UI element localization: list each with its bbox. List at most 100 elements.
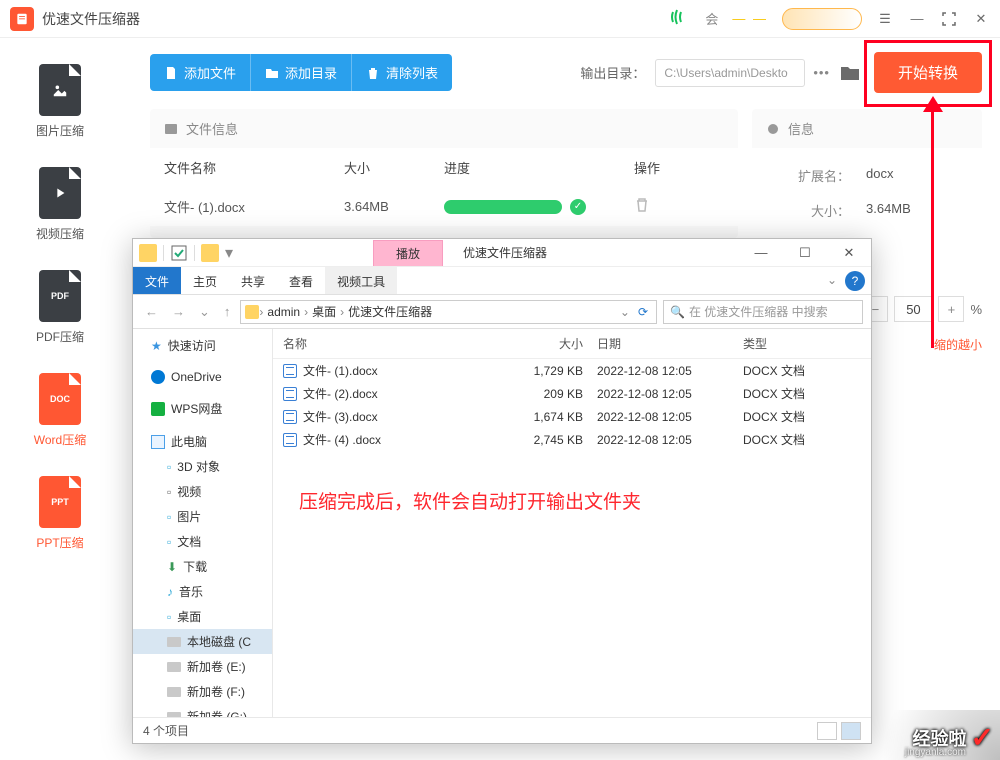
explorer-titlebar: ▾ 播放 优速文件压缩器 — ☐ ✕ xyxy=(133,239,871,267)
docx-icon xyxy=(283,410,297,424)
ex-maximize-icon[interactable]: ☐ xyxy=(783,239,827,267)
node-desktop[interactable]: ▫桌面 xyxy=(133,604,272,629)
add-file-button[interactable]: 添加文件 xyxy=(150,54,251,91)
start-button-wrap: 开始转换 xyxy=(874,52,982,93)
fullscreen-icon[interactable] xyxy=(940,10,958,28)
address-bar[interactable]: › admin › 桌面 › 优速文件压缩器 ⌄ ⟳ xyxy=(240,300,657,324)
sidebar-item-image[interactable]: 图片压缩 xyxy=(0,54,120,157)
tab-view[interactable]: 查看 xyxy=(277,267,325,294)
dash-icon: — — xyxy=(732,11,768,26)
nav-forward-icon[interactable]: → xyxy=(168,304,189,319)
info-panel-head: 信息 xyxy=(752,109,982,148)
sidebar-item-pdf[interactable]: PDF PDF压缩 xyxy=(0,260,120,363)
clear-list-button[interactable]: 清除列表 xyxy=(352,54,452,91)
ex-close-icon[interactable]: ✕ xyxy=(827,239,871,267)
increase-button[interactable]: + xyxy=(938,296,964,322)
refresh-icon[interactable]: ⟳ xyxy=(634,305,652,319)
menu-icon[interactable]: ☰ xyxy=(876,10,894,28)
node-onedrive[interactable]: OneDrive xyxy=(133,366,272,388)
table-row[interactable]: 文件- (1).docx 3.64MB ✓ xyxy=(150,187,738,226)
col-size: 大小 xyxy=(344,158,444,177)
explorer-statusbar: 4 个项目 xyxy=(133,717,871,743)
vip-pill[interactable] xyxy=(782,8,862,30)
quickaccess-dropdown[interactable]: ▾ xyxy=(225,243,233,263)
explorer-columns: 名称 大小 日期 类型 xyxy=(273,329,871,359)
node-disk-f[interactable]: 新加卷 (F:) xyxy=(133,679,272,704)
ex-minimize-icon[interactable]: — xyxy=(739,239,783,267)
sidebar: 图片压缩 视频压缩 PDF PDF压缩 DOC Word压缩 PPT PPT压缩 xyxy=(0,38,120,760)
tab-file[interactable]: 文件 xyxy=(133,267,181,294)
cell-name: 文件- (1).docx xyxy=(164,197,344,216)
browse-folder-button[interactable] xyxy=(838,61,862,85)
view-details-icon[interactable] xyxy=(817,722,837,740)
percent-value[interactable]: 50 xyxy=(894,296,932,322)
node-localdisk-c[interactable]: 本地磁盘 (C xyxy=(133,629,272,654)
cell-size: 3.64MB xyxy=(344,199,444,214)
tab-video-tools[interactable]: 视频工具 xyxy=(325,267,397,294)
info-row-ext: 扩展名： docx xyxy=(752,158,982,193)
percent-stepper: − 50 + % xyxy=(862,296,982,322)
list-item[interactable]: 文件- (1).docx1,729 KB2022-12-08 12:05DOCX… xyxy=(273,359,871,382)
nav-up-icon[interactable]: ↑ xyxy=(220,304,235,319)
nav-back-icon[interactable]: ← xyxy=(141,304,162,319)
sidebar-item-ppt[interactable]: PPT PPT压缩 xyxy=(0,466,120,569)
docx-icon xyxy=(283,364,297,378)
search-input[interactable]: 🔍 在 优速文件压缩器 中搜索 xyxy=(663,300,863,324)
ex-col-size[interactable]: 大小 xyxy=(503,335,583,352)
minimize-icon[interactable]: — xyxy=(908,10,926,28)
titlebar: 优速文件压缩器 会 — — ☰ — ✕ xyxy=(0,0,1000,38)
info-panel: 信息 扩展名： docx 大小： 3.64MB xyxy=(752,109,982,238)
cell-progress: ✓ xyxy=(444,199,634,215)
list-item[interactable]: 文件- (2).docx209 KB2022-12-08 12:05DOCX 文… xyxy=(273,382,871,405)
sidebar-item-word[interactable]: DOC Word压缩 xyxy=(0,363,120,466)
start-convert-button[interactable]: 开始转换 xyxy=(874,52,982,93)
list-item[interactable]: 文件- (3).docx1,674 KB2022-12-08 12:05DOCX… xyxy=(273,405,871,428)
ex-col-type[interactable]: 类型 xyxy=(743,335,843,352)
node-wps[interactable]: WPS网盘 xyxy=(133,396,272,421)
file-icon xyxy=(164,66,178,80)
tab-home[interactable]: 主页 xyxy=(181,267,229,294)
more-dots-icon[interactable]: ••• xyxy=(813,65,830,80)
ribbon-collapse-icon[interactable]: ⌄ xyxy=(819,267,845,294)
close-icon[interactable]: ✕ xyxy=(972,10,990,28)
node-thispc[interactable]: 此电脑 xyxy=(133,429,272,454)
explorer-nav: ← → ⌄ ↑ › admin › 桌面 › 优速文件压缩器 ⌄ ⟳ 🔍 在 优… xyxy=(133,295,871,329)
ex-col-date[interactable]: 日期 xyxy=(583,335,743,352)
button-group: 添加文件 添加目录 清除列表 xyxy=(150,54,452,91)
path-dropdown-icon[interactable]: ⌄ xyxy=(616,305,634,319)
progress-bar xyxy=(444,200,562,214)
output-path-field[interactable]: C:\Users\admin\Deskto xyxy=(655,59,805,87)
folder-small-icon xyxy=(139,244,157,262)
sidebar-item-video[interactable]: 视频压缩 xyxy=(0,157,120,260)
watermark-sub: jingyanla.com xyxy=(905,747,966,758)
annotation-arrow-line xyxy=(931,104,934,348)
small-note: 缩的越小 xyxy=(934,336,982,353)
node-quickaccess[interactable]: ★快速访问 xyxy=(133,333,272,358)
panels: 文件信息 文件名称 大小 进度 操作 文件- (1).docx 3.64MB ✓ xyxy=(150,109,982,238)
node-pictures[interactable]: ▫图片 xyxy=(133,504,272,529)
list-item[interactable]: 文件- (4) .docx2,745 KB2022-12-08 12:05DOC… xyxy=(273,428,871,451)
view-tiles-icon[interactable] xyxy=(841,722,861,740)
trash-icon xyxy=(366,66,380,80)
node-documents[interactable]: ▫文档 xyxy=(133,529,272,554)
ex-col-name[interactable]: 名称 xyxy=(283,335,503,352)
help-icon[interactable]: ? xyxy=(845,271,865,291)
app-logo-icon xyxy=(10,7,34,31)
node-disk-g[interactable]: 新加卷 (G:) xyxy=(133,704,272,717)
item-count: 4 个项目 xyxy=(143,722,189,739)
app-title: 优速文件压缩器 xyxy=(42,9,140,29)
node-disk-e[interactable]: 新加卷 (E:) xyxy=(133,654,272,679)
add-dir-button[interactable]: 添加目录 xyxy=(251,54,352,91)
col-progress: 进度 xyxy=(444,158,634,177)
nav-recent-icon[interactable]: ⌄ xyxy=(195,304,214,320)
node-3d[interactable]: ▫3D 对象 xyxy=(133,454,272,479)
node-video[interactable]: ▫视频 xyxy=(133,479,272,504)
file-panel: 文件信息 文件名称 大小 进度 操作 文件- (1).docx 3.64MB ✓ xyxy=(150,109,738,238)
play-tab[interactable]: 播放 xyxy=(373,240,443,266)
tab-share[interactable]: 共享 xyxy=(229,267,277,294)
node-downloads[interactable]: ⬇下载 xyxy=(133,554,272,579)
delete-row-button[interactable] xyxy=(634,197,694,216)
s-icon xyxy=(669,8,691,29)
output-label: 输出目录： xyxy=(580,63,645,82)
node-music[interactable]: ♪音乐 xyxy=(133,579,272,604)
